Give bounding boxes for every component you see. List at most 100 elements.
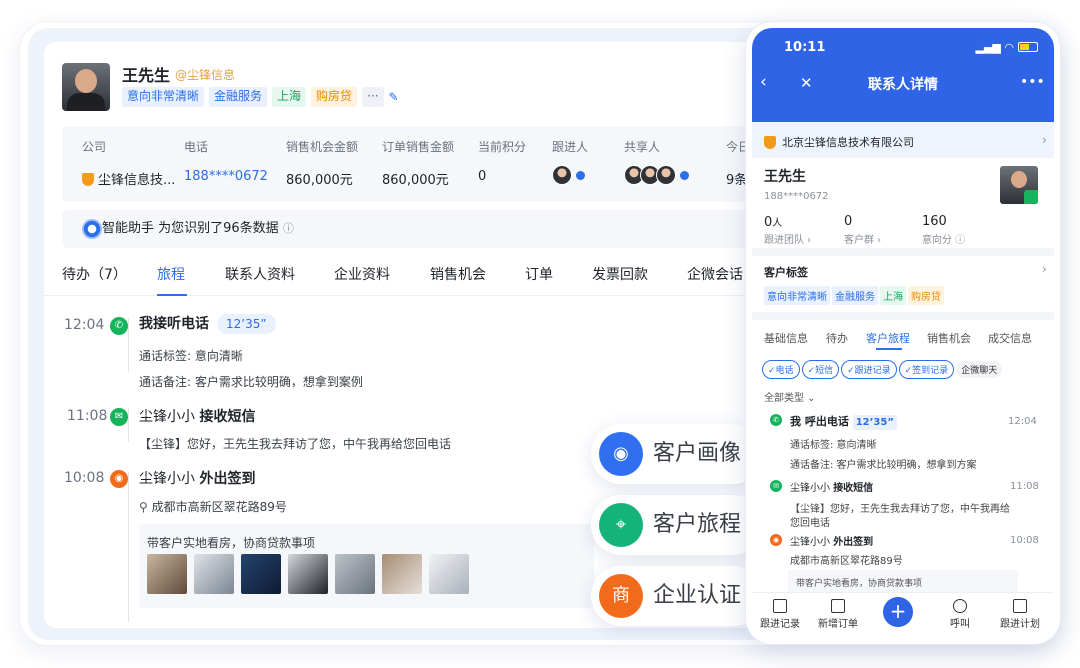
checkin-photo[interactable] — [147, 554, 187, 594]
tag[interactable]: 购房贷 — [311, 87, 358, 107]
tag: 金融服务 — [832, 286, 878, 305]
company-badge-icon — [82, 173, 94, 186]
event-time: 12:04 — [64, 317, 105, 333]
new-order-button[interactable]: 新增订单 — [810, 599, 866, 630]
filter-chip-checkin[interactable]: ✓签到记录 — [898, 360, 955, 379]
stat-team[interactable]: 0人 — [764, 214, 782, 230]
mobile-avatar — [1000, 166, 1038, 204]
filter-chip-call[interactable]: ✓电话 — [762, 360, 800, 379]
event-title: 尘锋小小 外出签到 — [139, 471, 256, 487]
add-sharer-icon[interactable] — [680, 170, 689, 180]
call-label: 通话标签: 意向清晰 — [790, 440, 877, 451]
checkin-photo[interactable] — [429, 554, 469, 594]
tag: 意向非常清晰 — [764, 286, 830, 305]
stat-team-label: 跟进团队 › — [764, 235, 812, 246]
edit-icon[interactable]: ✎ — [389, 87, 399, 107]
tab-opportunities[interactable]: 销售机会 — [430, 264, 486, 284]
mobile-contact-card: 王先生 188****0672 0人 跟进团队 › 0 客户群 › 160 意向… — [752, 158, 1054, 248]
event-time: 10:08 — [64, 470, 105, 486]
assistant-icon — [82, 219, 102, 239]
mobile-tab-deals[interactable]: 成交信息 — [988, 330, 1032, 346]
tab-invoices[interactable]: 发票回款 — [592, 264, 648, 284]
call-duration[interactable]: 12’35” — [852, 415, 897, 430]
event-time: 11:08 — [1010, 481, 1039, 492]
mobile-tab-opportunities[interactable]: 销售机会 — [927, 330, 971, 346]
event-title: 尘锋小小 接收短信 — [139, 409, 256, 425]
tab-wecom-chat[interactable]: 企微会话 — [687, 264, 743, 284]
mobile-phone[interactable]: 188****0672 — [764, 191, 829, 202]
company-handle[interactable]: @尘锋信息 — [175, 66, 235, 83]
mobile-contact-name: 王先生 — [764, 169, 806, 185]
status-icons: ▂▄▆ ◠ — [976, 41, 1038, 54]
tab-orders[interactable]: 订单 — [525, 264, 553, 284]
checkin-photo[interactable] — [288, 554, 328, 594]
call-icon — [953, 599, 967, 613]
tag[interactable]: 金融服务 — [209, 87, 268, 107]
phone-icon: ✆ — [770, 414, 782, 426]
tag[interactable]: 意向非常清晰 — [122, 87, 205, 107]
avatar — [62, 63, 110, 111]
tab-todo[interactable]: 待办（7） — [62, 264, 127, 284]
timeline-connector — [128, 472, 129, 622]
filter-chip-sms[interactable]: ✓短信 — [801, 360, 840, 379]
checkin-photo[interactable] — [335, 554, 375, 594]
wechat-icon — [576, 170, 585, 180]
followup-plan-button[interactable]: 跟进计划 — [992, 599, 1048, 630]
info-phone[interactable]: 电话 188****0672 — [184, 138, 268, 184]
checkin-note-box: 带客户实地看房，协商贷款事项 — [139, 524, 594, 608]
info-follower: 跟进人 — [552, 138, 588, 185]
timeline-connector — [128, 318, 129, 372]
follower-avatar[interactable] — [552, 165, 572, 185]
checkin-photo[interactable] — [194, 554, 234, 594]
portrait-icon: ◉ — [599, 432, 643, 476]
plan-icon — [1013, 599, 1027, 613]
info-sharers: 共享人 — [624, 138, 689, 185]
company-badge-icon — [764, 136, 776, 149]
assistant-bar[interactable]: 智能助手 为您识别了96条数据 ⓘ — [62, 210, 788, 248]
contact-name: 王先生 — [122, 66, 171, 85]
stat-groups[interactable]: 0 — [844, 214, 852, 229]
mobile-tab-basic[interactable]: 基础信息 — [764, 330, 808, 346]
tab-company-profile[interactable]: 企业资料 — [334, 264, 390, 284]
call-note: 通话备注: 客户需求比较明确，想拿到案例 — [139, 375, 363, 389]
checkin-photo[interactable] — [241, 554, 281, 594]
event-time: 11:08 — [67, 408, 108, 424]
tab-journey[interactable]: 旅程 — [157, 264, 185, 284]
tab-bar: 待办（7） 旅程 联系人资料 企业资料 销售机会 订单 发票回款 企微会话 — [44, 254, 788, 296]
call-label: 通话标签: 意向清晰 — [139, 349, 243, 363]
tag: 上海 — [880, 286, 906, 305]
mobile-body: 北京尘锋信息技术有限公司 › 王先生 188****0672 0人 跟进团队 ›… — [752, 122, 1054, 638]
info-icon[interactable]: ⓘ — [283, 222, 294, 235]
followup-record-button[interactable]: 跟进记录 — [752, 599, 808, 630]
sms-icon: ✉ — [110, 408, 128, 426]
mobile-tab-todo[interactable]: 待办 — [826, 330, 848, 346]
add-button[interactable]: + — [883, 597, 913, 627]
feature-customer-portrait[interactable]: ◉ 客户画像 — [591, 424, 763, 484]
more-tags-button[interactable]: ··· — [362, 87, 384, 107]
mobile-tab-journey[interactable]: 客户旅程 — [866, 330, 910, 346]
call-duration[interactable]: 12’35” — [217, 314, 276, 334]
stat-intent-label: 意向分 ⓘ — [922, 235, 966, 246]
feature-enterprise-verification[interactable]: 商 企业认证 — [591, 566, 763, 626]
mobile-title: 联系人详情 — [868, 77, 938, 93]
filter-chip-wecom[interactable]: 企微聊天 — [956, 361, 1003, 378]
sms-content-cont: 您回电话 — [790, 518, 830, 529]
filter-chip-followup[interactable]: ✓跟进记录 — [841, 360, 897, 379]
more-icon[interactable]: ••• — [1020, 74, 1045, 90]
event-time: 10:08 — [1010, 535, 1039, 546]
event-title: 尘锋小小 接收短信 — [790, 483, 874, 494]
company-row[interactable]: 北京尘锋信息技术有限公司 › — [752, 124, 1054, 158]
tag[interactable]: 上海 — [272, 87, 307, 107]
mobile-tags-card[interactable]: 客户标签 › 意向非常清晰 金融服务 上海 购房贷 — [752, 256, 1054, 312]
sharer-avatar[interactable] — [656, 165, 676, 185]
tab-contact-profile[interactable]: 联系人资料 — [225, 264, 295, 284]
phone-icon: ✆ — [110, 317, 128, 335]
location-icon: ◉ — [770, 534, 782, 546]
checkin-photo[interactable] — [382, 554, 422, 594]
type-filter[interactable]: 全部类型 ⌄ — [764, 389, 816, 404]
status-time: 10:11 — [784, 40, 826, 55]
mobile-company: 北京尘锋信息技术有限公司 — [782, 136, 914, 149]
call-button[interactable]: 呼叫 — [932, 599, 988, 630]
mobile-journey-card: 基础信息 待办 客户旅程 销售机会 成交信息 ✓电话 ✓短信 ✓跟进记录 ✓签到记录企… — [752, 320, 1054, 594]
feature-customer-journey[interactable]: ⌖ 客户旅程 — [591, 495, 763, 555]
